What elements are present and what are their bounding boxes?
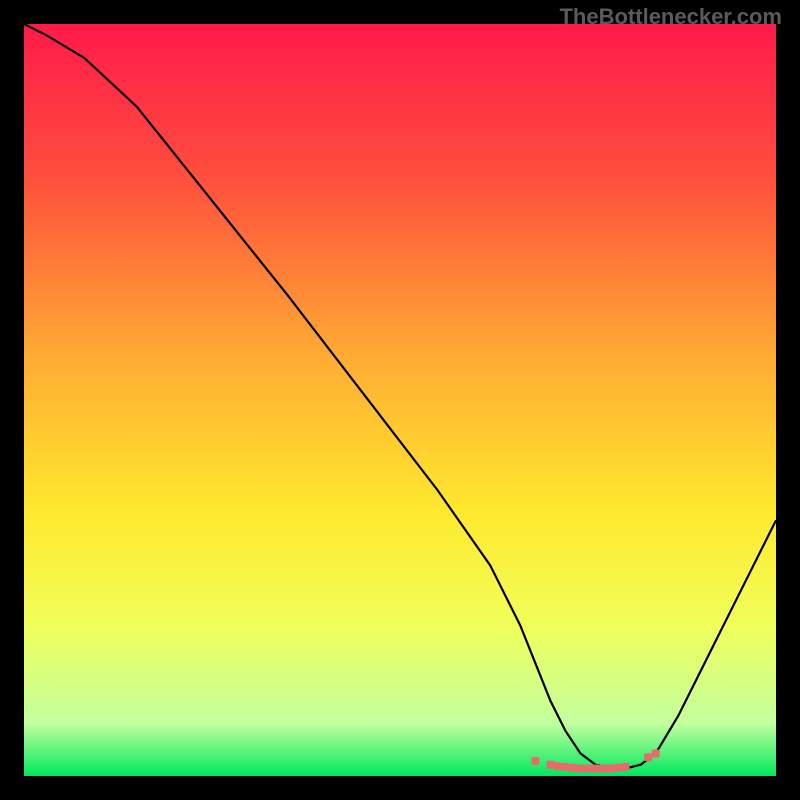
- marker-point: [554, 762, 562, 770]
- chart-background-gradient: [24, 24, 776, 776]
- marker-point: [584, 764, 592, 772]
- marker-point: [546, 761, 554, 769]
- marker-point: [607, 764, 615, 772]
- marker-point: [592, 764, 600, 772]
- watermark-text: TheBottlenecker.com: [559, 4, 782, 30]
- marker-point: [576, 764, 584, 772]
- chart-plot-area: [24, 24, 776, 776]
- marker-point: [561, 763, 569, 771]
- chart-svg: [24, 24, 776, 776]
- marker-point: [652, 749, 660, 757]
- marker-point: [614, 764, 622, 772]
- marker-point: [569, 764, 577, 772]
- marker-point: [622, 763, 630, 771]
- marker-point: [644, 753, 652, 761]
- marker-point: [531, 757, 539, 765]
- marker-point: [599, 764, 607, 772]
